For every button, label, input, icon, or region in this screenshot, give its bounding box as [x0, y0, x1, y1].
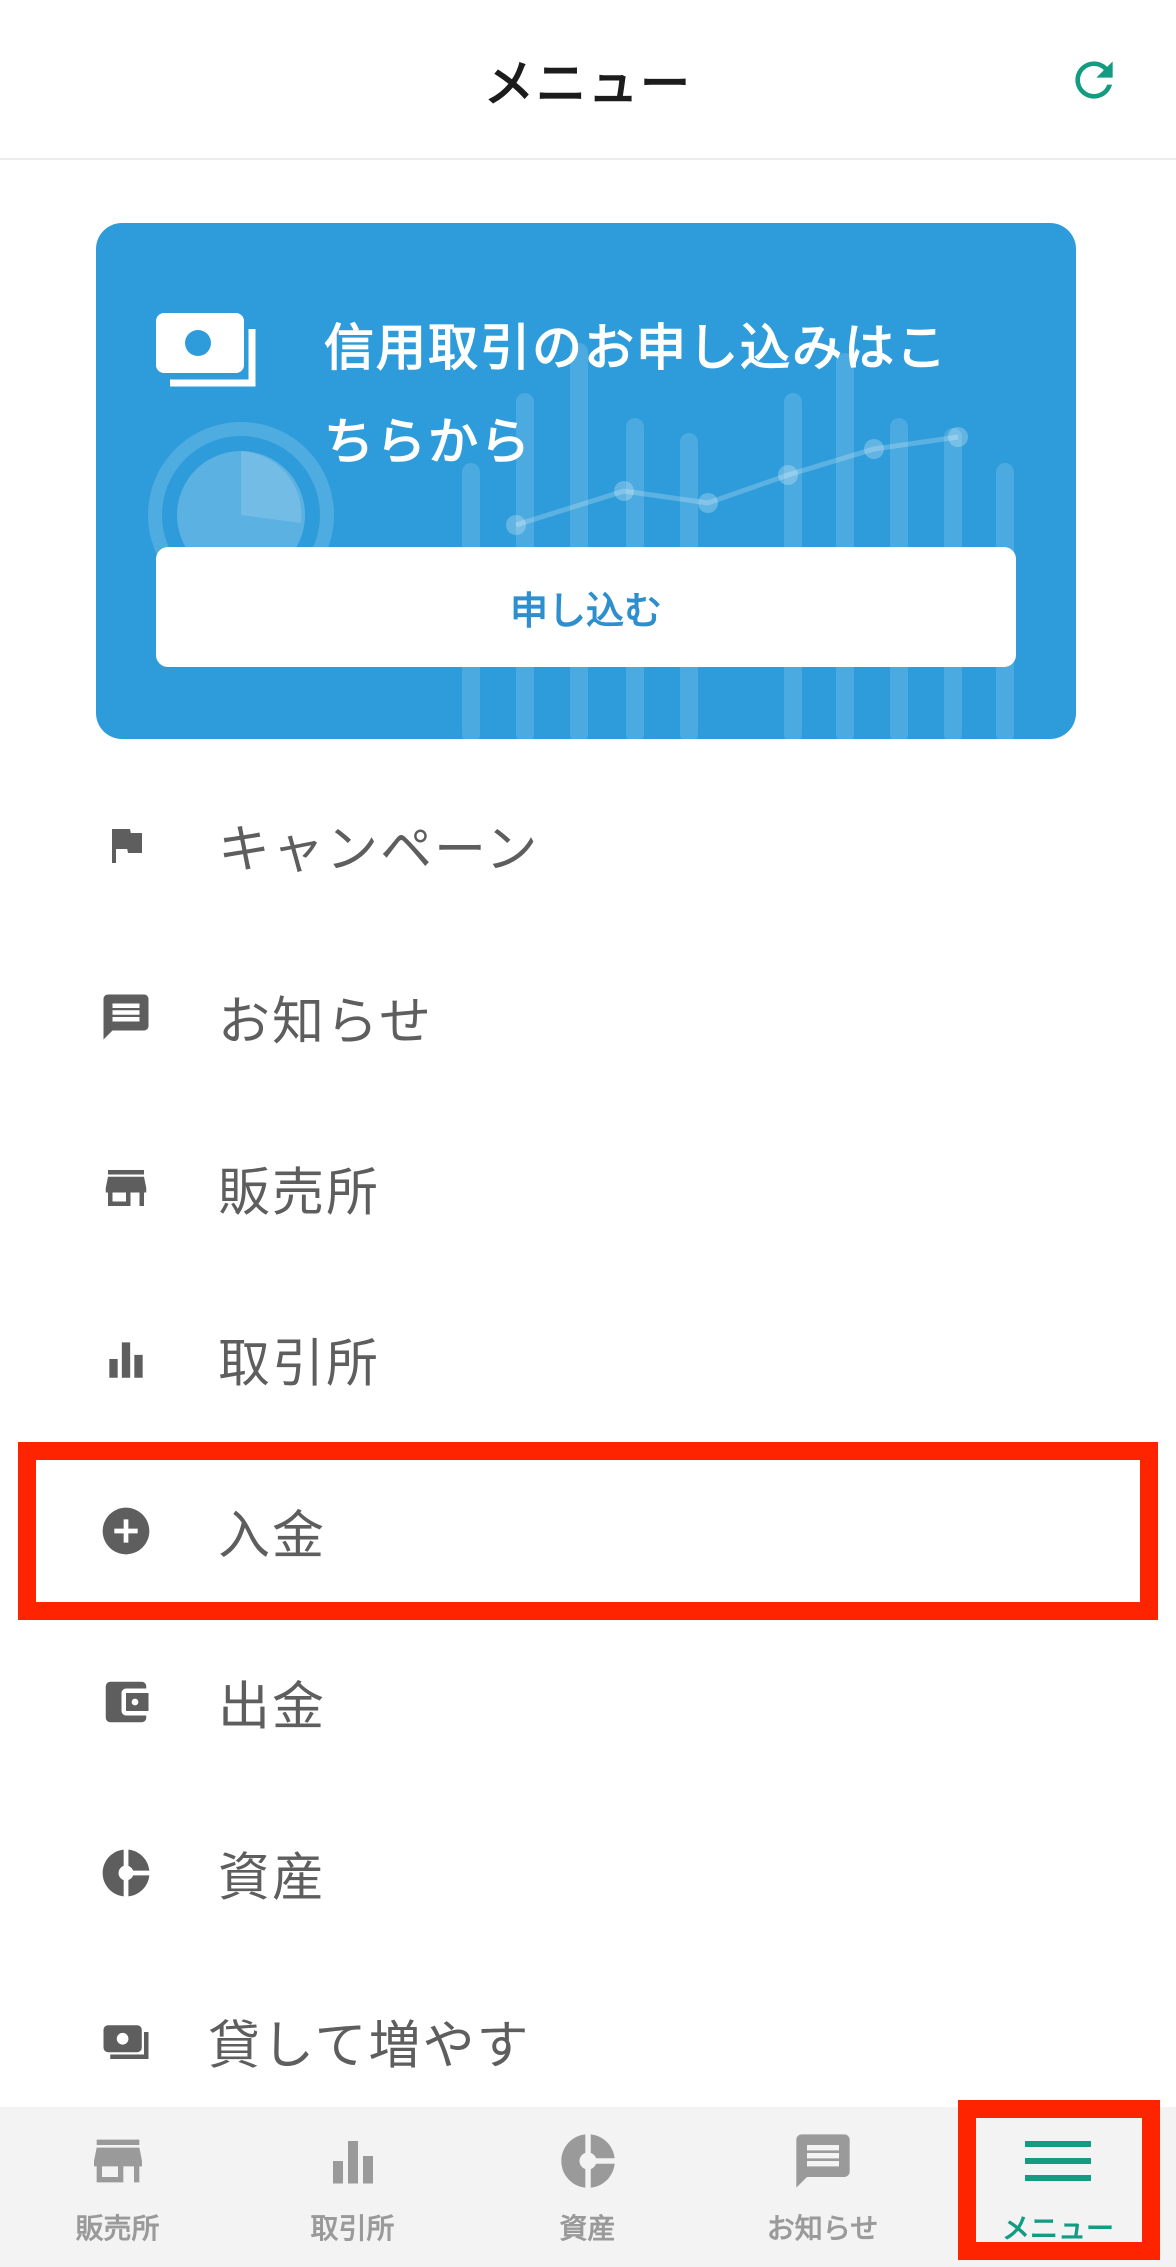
pie-chart-icon	[102, 1849, 150, 1897]
apply-button[interactable]: 申し込む	[156, 547, 1016, 667]
bar-chart-icon	[332, 2141, 373, 2184]
hamburger-menu-icon	[1025, 2141, 1091, 2181]
pie-chart-icon	[560, 2134, 615, 2188]
store-icon	[93, 2139, 142, 2183]
nav-label: お知らせ	[766, 2212, 879, 2245]
message-icon	[795, 2134, 850, 2188]
menu-item-label: 入金	[218, 1506, 327, 1567]
refresh-icon	[1075, 61, 1113, 99]
page-title: メニュー	[484, 55, 692, 113]
nav-label: 資産	[559, 2212, 616, 2245]
nav-label: 販売所	[75, 2212, 160, 2245]
banner-text-line1: 信用取引のお申し込みはこ	[324, 319, 948, 377]
nav-item-news[interactable]: お知らせ	[705, 2107, 940, 2267]
message-icon	[103, 994, 149, 1040]
money-icon	[103, 2025, 149, 2059]
menu-item-lending[interactable]: 貸して増やす	[0, 1956, 1176, 2126]
menu-item-assets[interactable]: 資産	[0, 1788, 1176, 1958]
bottom-navigation: 販売所 取引所 資産 お知らせ メニュー	[0, 2107, 1176, 2267]
menu-item-label: 貸して増やす	[208, 2016, 531, 2077]
margin-trading-banner[interactable]: 信用取引のお申し込みはこ ちらから 申し込む	[96, 223, 1076, 739]
menu-screen: メニュー 信用取引のお申し込みはこ ちらから 申し込む キャンペーン お知らせ …	[0, 0, 1176, 2267]
flag-icon	[112, 829, 142, 863]
menu-item-label: 資産	[218, 1848, 327, 1909]
nav-label: メニュー	[1001, 2212, 1114, 2245]
menu-item-campaign[interactable]: キャンペーン	[0, 760, 1176, 930]
refresh-button[interactable]	[1064, 50, 1124, 110]
header: メニュー	[0, 0, 1176, 160]
menu-item-label: 販売所	[218, 1163, 381, 1224]
nav-item-menu[interactable]: メニュー	[940, 2107, 1176, 2267]
menu-item-exchange[interactable]: 取引所	[0, 1274, 1176, 1444]
menu-item-label: お知らせ	[218, 992, 433, 1053]
store-icon	[105, 1170, 147, 1206]
menu-item-store[interactable]: 販売所	[0, 1103, 1176, 1273]
menu-item-withdraw[interactable]: 出金	[0, 1617, 1176, 1787]
money-icon	[156, 313, 256, 387]
menu-item-news[interactable]: お知らせ	[0, 932, 1176, 1102]
menu-item-label: 出金	[218, 1677, 327, 1738]
nav-item-store[interactable]: 販売所	[0, 2107, 235, 2267]
banner-text-line2: ちらから	[324, 413, 532, 471]
banner-text: 信用取引のお申し込みはこ ちらから	[324, 301, 1044, 489]
menu-item-label: キャンペーン	[218, 820, 540, 881]
nav-item-assets[interactable]: 資産	[470, 2107, 705, 2267]
menu-item-deposit[interactable]: 入金	[0, 1446, 1176, 1616]
nav-label: 取引所	[310, 2212, 395, 2245]
nav-item-exchange[interactable]: 取引所	[235, 2107, 470, 2267]
bar-chart-icon	[109, 1342, 143, 1378]
menu-item-label: 取引所	[218, 1334, 381, 1395]
add-circle-icon	[102, 1507, 150, 1555]
wallet-icon	[105, 1681, 149, 1723]
